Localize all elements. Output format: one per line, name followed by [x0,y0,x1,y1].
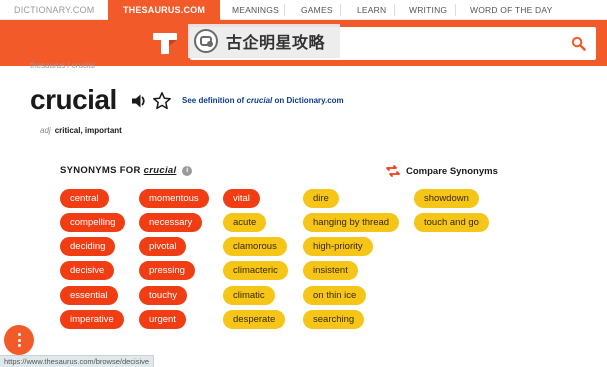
compare-synonyms-button[interactable]: Compare Synonyms [386,165,498,177]
synonym-chip[interactable]: climacteric [223,261,288,280]
synonym-chip[interactable]: deciding [60,237,116,256]
part-of-speech: adj [40,126,51,135]
search-icon[interactable] [571,36,586,51]
synonym-chip[interactable]: urgent [139,310,186,329]
synonym-chip[interactable]: momentous [139,189,209,208]
synonym-chip[interactable]: dire [303,189,339,208]
definition-link-prefix: See definition of [182,96,247,105]
definition-link-suffix: on Dictionary.com [272,96,344,105]
synonym-chip[interactable]: imperative [60,310,124,329]
synonym-chip[interactable]: on thin ice [303,286,367,305]
sense-label: critical, important [54,126,122,135]
speaker-icon[interactable] [130,92,148,110]
watermark: 古企明星攻略 [188,24,340,58]
nav-writing-link[interactable]: WRITING [409,0,447,20]
thesaurus-logo[interactable] [150,28,180,58]
synonyms-heading: SYNONYMS FOR crucial i [60,165,193,176]
watermark-text: 古企明星攻略 [226,33,326,52]
nav-divider [394,4,395,16]
synonyms-heading-word: crucial [143,165,177,176]
definition-link-word: crucial [246,96,273,105]
synonym-chip[interactable]: compelling [60,213,126,232]
sense-tab[interactable]: adj critical, important [40,126,122,135]
info-icon[interactable]: i [182,165,193,176]
synonym-chip[interactable]: insistent [303,261,358,280]
nav-divider [284,4,285,16]
synonym-chip[interactable]: showdown [414,189,479,208]
synonym-chip[interactable]: vital [223,189,260,208]
nav-learn-link[interactable]: LEARN [357,0,386,20]
top-nav: DICTIONARY.COM THESAURUS.COM MEANINGS GA… [0,0,607,20]
synonym-chip[interactable]: acute [223,213,267,232]
synonym-chip[interactable]: essential [60,286,118,305]
synonym-chip[interactable]: pivotal [139,237,187,256]
dot-icon [18,338,21,342]
dictionary-definition-link[interactable]: See definition of crucial on Dictionary.… [182,96,344,105]
synonym-chip[interactable]: central [60,189,109,208]
synonym-chip[interactable]: touchy [139,286,187,305]
synonym-chip[interactable]: hanging by thread [303,213,400,232]
synonyms-heading-label: SYNONYMS FOR [60,165,141,176]
synonym-chip[interactable]: searching [303,310,365,329]
nav-divider [340,4,341,16]
dot-icon [18,333,21,336]
star-icon[interactable] [152,91,172,111]
nav-games-link[interactable]: GAMES [301,0,333,20]
nav-thesaurus-tab[interactable]: THESAURUS.COM [108,0,220,20]
synonym-chip[interactable]: desperate [223,310,286,329]
compare-synonyms-label: Compare Synonyms [406,165,498,177]
more-options-button[interactable] [4,325,34,355]
compare-arrows-icon [386,165,400,177]
nav-dictionary-link[interactable]: DICTIONARY.COM [14,0,94,20]
synonym-chip[interactable]: necessary [139,213,203,232]
nav-word-of-the-day-link[interactable]: WORD OF THE DAY [470,0,553,20]
dot-icon [18,344,21,347]
synonym-chip[interactable]: clamorous [223,237,287,256]
synonym-chip[interactable]: touch and go [414,213,489,232]
synonym-chip[interactable]: pressing [139,261,195,280]
page-title: crucial [30,84,117,115]
synonym-chip[interactable]: high-priority [303,237,373,256]
nav-divider [455,4,456,16]
status-url: https://www.thesaurus.com/browse/decisiv… [0,355,155,367]
synonym-chip[interactable]: decisive [60,261,115,280]
watermark-logo-icon [194,29,218,53]
nav-meanings-link[interactable]: MEANINGS [232,0,279,20]
breadcrumb[interactable]: thesaurus / crucial [30,61,95,70]
synonym-chip[interactable]: climatic [223,286,275,305]
